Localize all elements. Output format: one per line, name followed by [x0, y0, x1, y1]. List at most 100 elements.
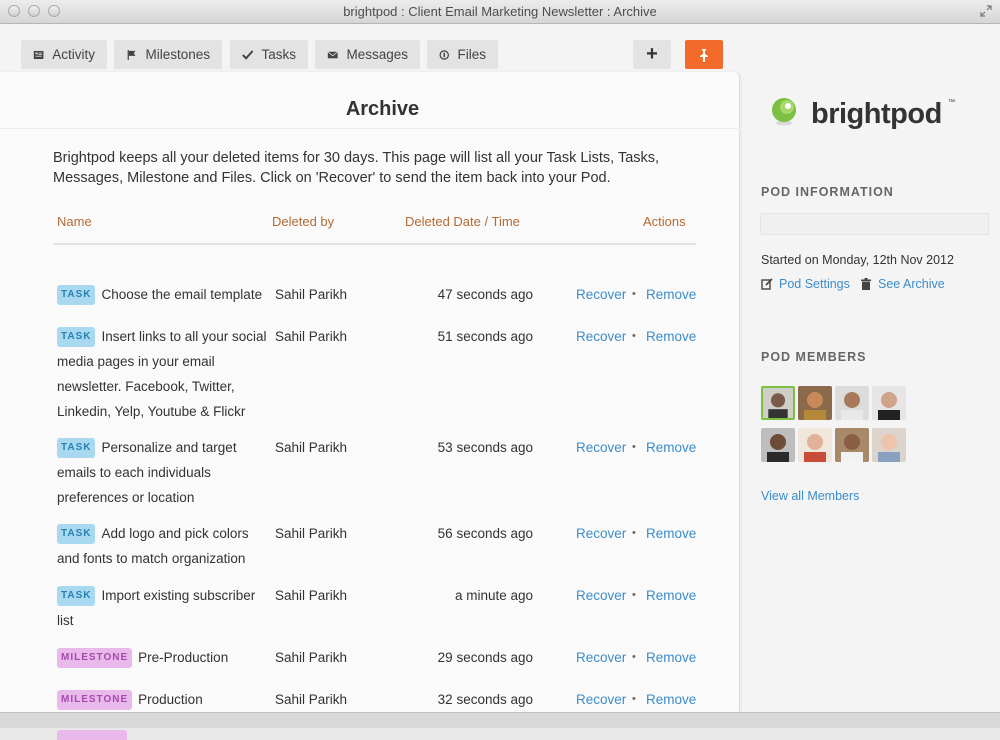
deleted-by: Sahil Parikh	[275, 588, 348, 603]
archive-panel: Archive Brightpod keeps all your deleted…	[0, 72, 740, 740]
avatar[interactable]	[761, 386, 795, 420]
envelope-icon	[327, 50, 338, 58]
archive-intro: Brightpod keeps all your deleted items f…	[53, 150, 660, 186]
tab-files[interactable]: Files	[427, 40, 498, 69]
pin-button[interactable]	[685, 40, 723, 69]
avatar[interactable]	[798, 428, 832, 462]
remove-link[interactable]: Remove	[646, 645, 696, 670]
separator: •	[632, 288, 636, 300]
deleted-date: 53 seconds ago	[437, 440, 533, 455]
remove-link[interactable]: Remove	[646, 282, 696, 307]
separator: •	[632, 693, 636, 705]
milestone-badge-partial	[57, 730, 127, 740]
fullscreen-icon[interactable]	[980, 5, 992, 17]
pod-settings-label: Pod Settings	[779, 277, 850, 291]
remove-link[interactable]: Remove	[646, 687, 696, 712]
avatar[interactable]	[798, 386, 832, 420]
separator: •	[632, 589, 636, 601]
item-name: Production	[138, 692, 203, 707]
see-archive-label: See Archive	[878, 277, 945, 291]
window-titlebar: brightpod : Client Email Marketing Newsl…	[0, 0, 1000, 24]
view-all-members-link[interactable]: View all Members	[761, 489, 859, 503]
avatar[interactable]	[835, 386, 869, 420]
flag-icon	[127, 49, 136, 60]
deleted-by: Sahil Parikh	[275, 692, 348, 707]
recover-link[interactable]: Recover	[576, 435, 626, 460]
remove-link[interactable]: Remove	[646, 521, 696, 546]
deleted-date: 51 seconds ago	[437, 329, 533, 344]
pod-information-heading: POD INFORMATION	[761, 185, 894, 199]
task-badge: TASK	[57, 524, 96, 545]
recover-link[interactable]: Recover	[576, 687, 626, 712]
column-header-name: Name	[57, 214, 92, 229]
edit-icon	[761, 278, 773, 290]
deleted-date: 32 seconds ago	[437, 692, 533, 707]
item-name: Choose the email template	[101, 287, 263, 302]
task-badge: TASK	[57, 438, 96, 459]
separator: •	[632, 651, 636, 663]
separator: •	[632, 441, 636, 453]
recover-link[interactable]: Recover	[576, 521, 626, 546]
brightpod-logo-icon	[772, 98, 796, 126]
tab-label: Files	[457, 47, 486, 62]
divider	[0, 128, 740, 129]
deleted-by: Sahil Parikh	[275, 329, 348, 344]
remove-link[interactable]: Remove	[646, 435, 696, 460]
column-header-deleted-by: Deleted by	[272, 214, 335, 229]
tab-milestones[interactable]: Milestones	[114, 40, 222, 69]
recover-link[interactable]: Recover	[576, 282, 626, 307]
milestone-badge: MILESTONE	[57, 690, 133, 711]
deleted-by: Sahil Parikh	[275, 526, 348, 541]
task-badge: TASK	[57, 285, 96, 306]
pin-icon	[700, 48, 708, 62]
column-header-actions: Actions	[643, 214, 686, 229]
deleted-date: 29 seconds ago	[437, 650, 533, 665]
tab-tasks[interactable]: Tasks	[230, 40, 308, 69]
tab-label: Milestones	[145, 47, 210, 62]
deleted-date: 47 seconds ago	[437, 287, 533, 302]
files-icon	[439, 49, 449, 60]
avatar[interactable]	[835, 428, 869, 462]
task-badge: TASK	[57, 586, 96, 607]
header-divider	[53, 243, 696, 245]
window-bottom-bar	[0, 712, 1000, 728]
pod-progress-bar	[760, 213, 989, 235]
trash-icon	[861, 278, 871, 290]
deleted-by: Sahil Parikh	[275, 287, 348, 302]
add-button[interactable]: +	[633, 40, 671, 69]
avatar[interactable]	[761, 428, 795, 462]
milestone-badge: MILESTONE	[57, 648, 133, 669]
avatar[interactable]	[872, 386, 906, 420]
recover-link[interactable]: Recover	[576, 324, 626, 349]
tab-label: Activity	[52, 47, 95, 62]
deleted-by: Sahil Parikh	[275, 650, 348, 665]
remove-link[interactable]: Remove	[646, 583, 696, 608]
app-window: Activity Milestones Tasks Messages Files…	[0, 24, 1000, 740]
brightpod-logo: brightpod	[811, 98, 942, 130]
trademark: ™	[948, 99, 955, 106]
pod-settings-link[interactable]: Pod Settings	[761, 277, 850, 291]
deleted-by: Sahil Parikh	[275, 440, 348, 455]
check-icon	[242, 49, 254, 60]
tab-label: Messages	[346, 47, 408, 62]
tab-activity[interactable]: Activity	[21, 40, 107, 69]
tab-messages[interactable]: Messages	[315, 40, 420, 69]
deleted-date: 56 seconds ago	[437, 526, 533, 541]
remove-link[interactable]: Remove	[646, 324, 696, 349]
column-header-date: Deleted Date / Time	[405, 214, 520, 229]
separator: •	[632, 330, 636, 342]
pod-members-heading: POD MEMBERS	[761, 350, 867, 364]
page-title: Archive	[345, 98, 420, 120]
see-archive-link[interactable]: See Archive	[860, 277, 945, 291]
recover-link[interactable]: Recover	[576, 583, 626, 608]
task-badge: TASK	[57, 327, 96, 348]
item-name: Pre-Production	[138, 650, 229, 665]
activity-icon	[33, 50, 44, 59]
separator: •	[632, 527, 636, 539]
deleted-date: a minute ago	[454, 588, 533, 603]
window-title: brightpod : Client Email Marketing Newsl…	[343, 4, 657, 19]
pod-start-date: Started on Monday, 12th Nov 2012	[761, 253, 954, 267]
avatar[interactable]	[872, 428, 906, 462]
tab-label: Tasks	[261, 47, 296, 62]
recover-link[interactable]: Recover	[576, 645, 626, 670]
